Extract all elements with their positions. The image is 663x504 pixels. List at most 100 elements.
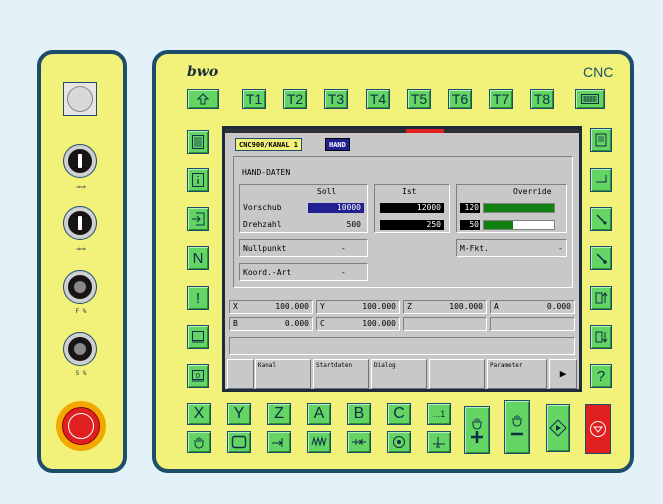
keyboard-icon (581, 94, 599, 104)
speed-label: Drehzahl (243, 220, 282, 229)
manual-jog-button[interactable] (187, 431, 211, 453)
hand-icon (512, 415, 522, 427)
document-icon (595, 133, 607, 147)
block-mode-button[interactable] (227, 431, 251, 453)
cnc-display: CNC900/KANAL 1 HAND HAND-DATEN Soll Vors… (222, 126, 582, 392)
program-button[interactable] (590, 128, 612, 152)
tool-change-button[interactable] (427, 431, 451, 453)
feed-override-label: F % (75, 308, 87, 315)
info-button[interactable] (187, 168, 209, 192)
axis-key-z[interactable]: Z (267, 403, 291, 425)
brand-logo: bwo (187, 64, 219, 80)
feed-override-fill (484, 204, 554, 212)
softkey-dialog[interactable]: Dialog (371, 359, 427, 389)
axis-key-x[interactable]: X (187, 403, 211, 425)
hand-icon (194, 437, 204, 449)
tool-key-t2[interactable]: T2 (283, 89, 307, 109)
distance-button[interactable] (347, 431, 371, 453)
axis-z-name: Z (407, 302, 412, 311)
help-button[interactable]: ? (590, 364, 612, 388)
tool-key-t6[interactable]: T6 (448, 89, 472, 109)
axis-y-name: Y (320, 302, 325, 311)
list-icon (192, 135, 204, 149)
axis-key-b[interactable]: B (347, 403, 371, 425)
spindle-override-knob[interactable] (63, 332, 97, 366)
feed-label: Vorschub (243, 203, 282, 212)
axis-c-value: 100.000 (362, 319, 396, 328)
key-switch-2[interactable] (63, 206, 97, 240)
emergency-stop-button[interactable] (56, 401, 106, 451)
enter-data-button[interactable] (187, 207, 209, 231)
single-step-key[interactable]: ...1 (427, 403, 451, 425)
axis-a-name: A (494, 302, 499, 311)
axis-key-y[interactable]: Y (227, 403, 251, 425)
cnc-label: CNC (583, 64, 614, 80)
return-button[interactable] (590, 168, 612, 192)
tool-key-t7[interactable]: T7 (489, 89, 513, 109)
incremental-button[interactable] (307, 431, 331, 453)
light-button[interactable] (63, 82, 97, 116)
softkey-kanal[interactable]: Kanal (255, 359, 311, 389)
axis-x-value: 100.000 (275, 302, 309, 311)
koord-label: Koord.-Art (243, 268, 292, 277)
spindle-button[interactable] (387, 431, 411, 453)
n-key[interactable]: N (187, 246, 209, 270)
jog-plus-button[interactable] (464, 406, 490, 454)
nullpunkt-value: - (341, 244, 346, 253)
keyboard-button[interactable] (575, 89, 605, 109)
softkey-parameter[interactable]: Parameter (487, 359, 547, 389)
koord-value: - (341, 268, 346, 277)
cycle-start-button[interactable] (546, 404, 570, 452)
page-up-button[interactable] (590, 286, 612, 310)
feed-ist-field: 12000 (380, 203, 444, 213)
feed-override-knob[interactable] (63, 270, 97, 304)
feed-soll-field[interactable]: 10000 (308, 203, 364, 213)
tool-key-t1[interactable]: T1 (242, 89, 266, 109)
ist-header: Ist (402, 187, 417, 196)
axis-y-value: 100.000 (362, 302, 396, 311)
reference-point-button[interactable] (267, 431, 291, 453)
list-button[interactable] (187, 130, 209, 154)
softkey-1[interactable] (227, 359, 254, 389)
tool-key-t3[interactable]: T3 (324, 89, 348, 109)
mfkt-label: M-Fkt. (460, 244, 489, 253)
axis-key-a[interactable]: A (307, 403, 331, 425)
diagonal-arrow-down-icon (596, 253, 607, 264)
cursor-diagonal-down-button[interactable] (590, 246, 612, 270)
info-icon (192, 173, 204, 187)
tool-key-t4[interactable]: T4 (366, 89, 390, 109)
reset-screen-button[interactable]: 0 (187, 364, 209, 388)
arrow-up-icon (197, 93, 209, 105)
exclamation-key[interactable]: ! (187, 286, 209, 310)
arrow-into-box-icon (192, 212, 205, 226)
page-down-button[interactable] (590, 325, 612, 349)
speed-ist-field: 250 (380, 220, 444, 230)
axis-key-c[interactable]: C (387, 403, 411, 425)
minus-icon (511, 432, 523, 436)
reference-icon (272, 438, 283, 447)
axis-c-name: C (320, 319, 325, 328)
shift-up-button[interactable] (187, 89, 219, 109)
axis-x-name: X (233, 302, 238, 311)
tool-key-t5[interactable]: T5 (407, 89, 431, 109)
rectangle-icon (231, 435, 247, 449)
speed-soll-field: 500 (346, 220, 361, 229)
return-icon (596, 175, 607, 183)
axis-cell-empty-1 (403, 317, 487, 331)
softkey-5[interactable] (429, 359, 485, 389)
speed-override-value: 50 (460, 220, 480, 230)
tool-key-t8[interactable]: T8 (530, 89, 554, 109)
zigzag-icon (311, 436, 327, 447)
monitor-icon (192, 331, 204, 343)
jog-minus-button[interactable] (504, 400, 530, 454)
cycle-stop-button[interactable] (585, 404, 611, 454)
plus-icon (471, 431, 483, 443)
axis-a-value: 0.000 (546, 302, 571, 311)
softkey-startdaten[interactable]: Startdaten (313, 359, 369, 389)
diagonal-arrow-icon (596, 214, 607, 225)
screen-button[interactable] (187, 325, 209, 349)
softkey-more[interactable]: ▶ (549, 359, 577, 389)
cursor-diagonal-up-button[interactable] (590, 207, 612, 231)
key-switch-1[interactable] (63, 144, 97, 178)
speed-override-bar (483, 220, 555, 230)
